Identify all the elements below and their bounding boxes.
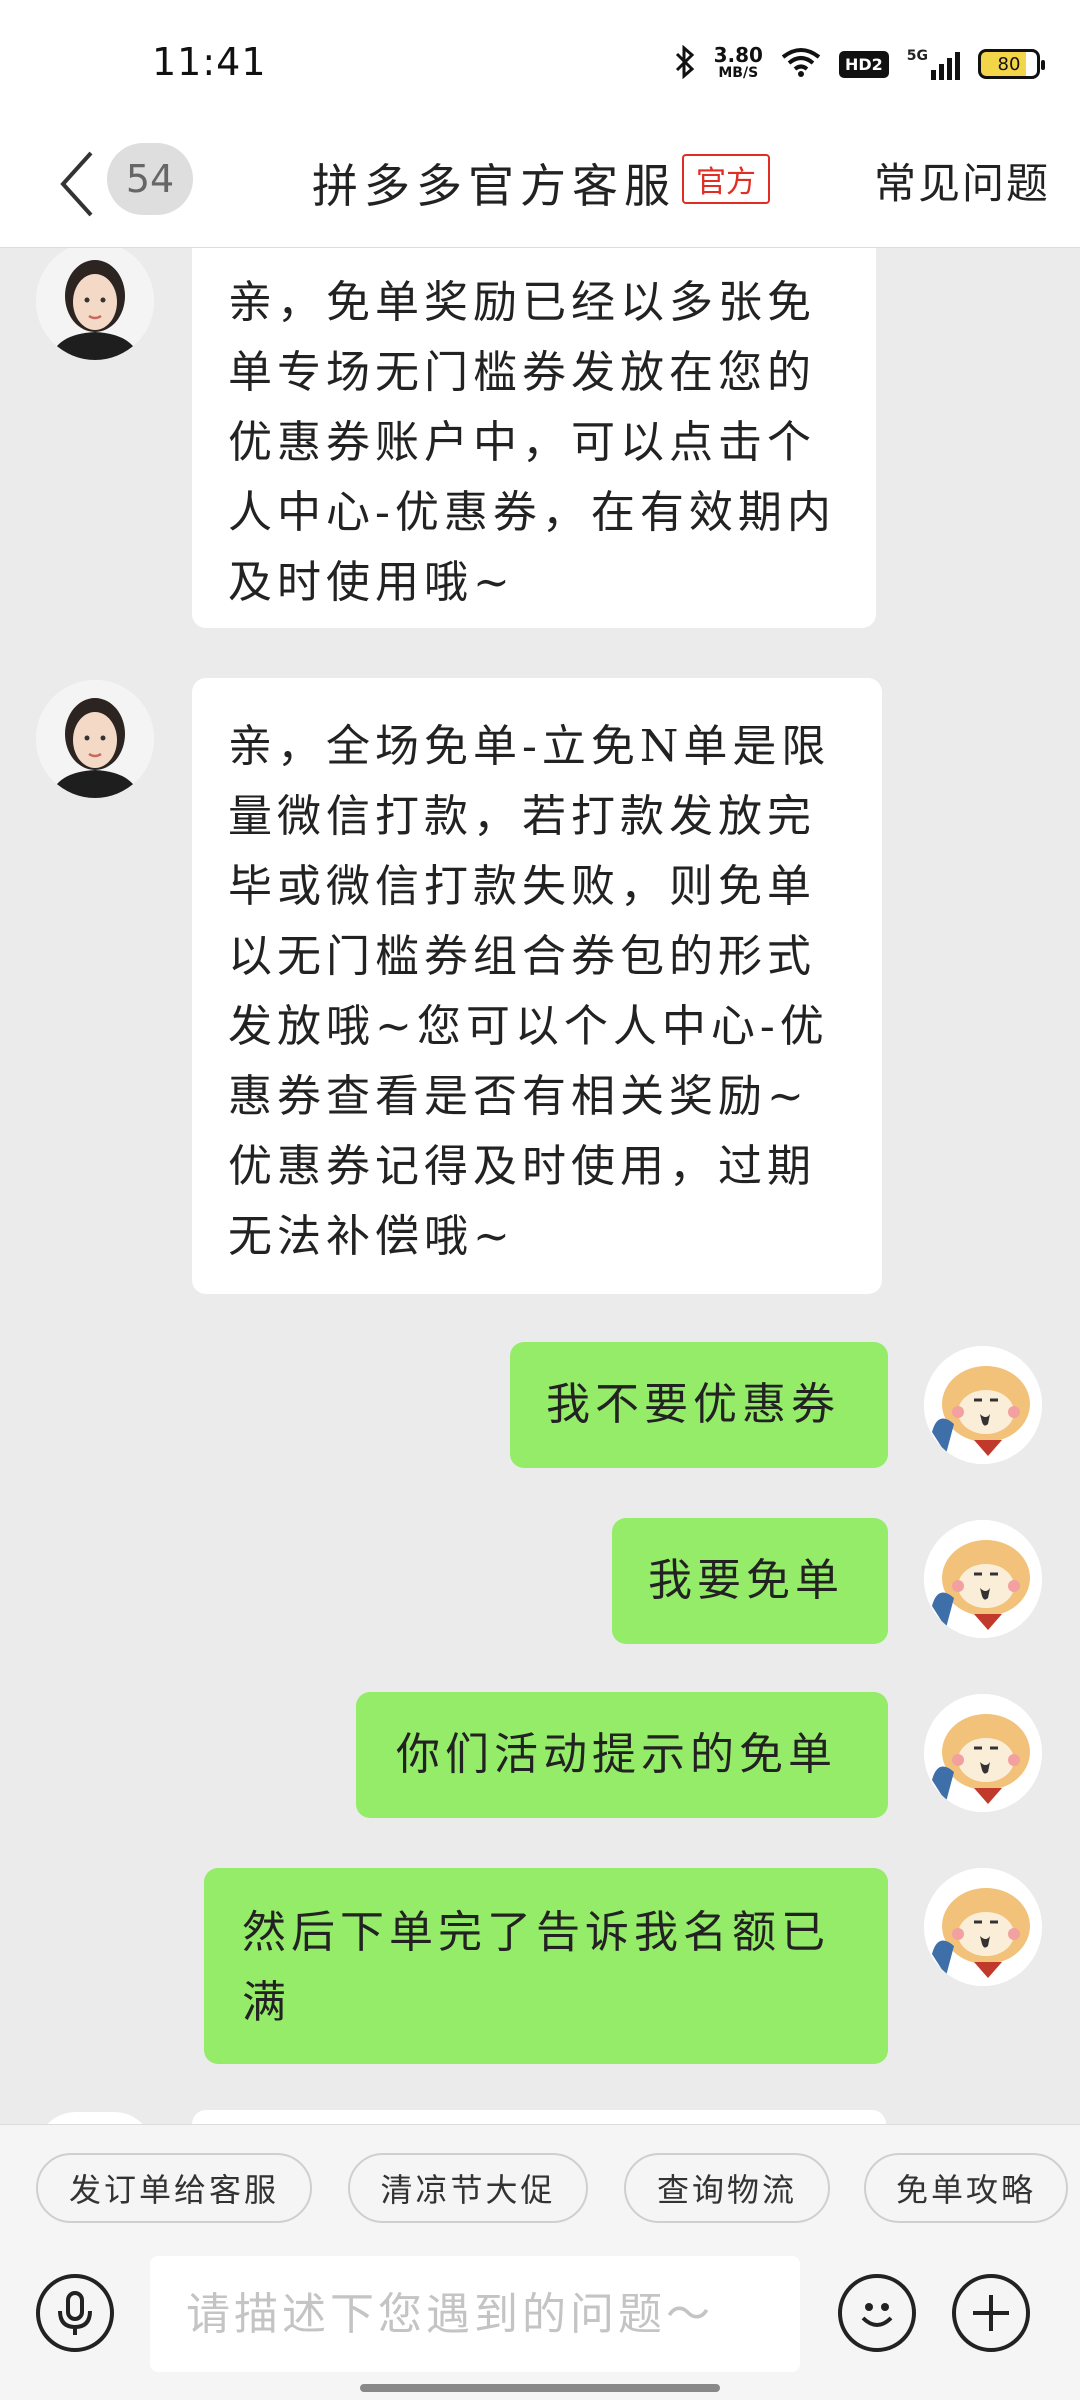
wifi-icon (781, 47, 821, 81)
smiley-icon (861, 2303, 893, 2327)
agent-avatar[interactable] (36, 680, 154, 798)
battery-icon: 80 (978, 49, 1045, 79)
status-bar: 11:41 3.80 MB/S HD2 5G 80 (0, 0, 1080, 124)
emoji-button[interactable] (838, 2274, 916, 2352)
user-avatar[interactable] (924, 1868, 1042, 1986)
agent-message-bubble[interactable]: 亲，免单奖励已经以多张免单专场无门槛券发放在您的优惠券账户中，可以点击个人中心-… (192, 248, 876, 628)
user-avatar[interactable] (924, 1520, 1042, 1638)
user-message-bubble[interactable]: 我不要优惠券 (510, 1342, 888, 1468)
network-label: 5G (906, 48, 928, 64)
home-indicator[interactable] (360, 2384, 720, 2392)
net-speed: 3.80 MB/S (713, 43, 763, 82)
voice-button[interactable] (36, 2274, 114, 2352)
official-tag: 官方 (682, 154, 770, 204)
signal-icon: 5G (907, 48, 960, 80)
microphone-icon (58, 2291, 92, 2335)
message-text: 亲，全场免单-立免N单是限量微信打款，若打款发放完毕或微信打款失败，则免单以无门… (228, 721, 831, 1262)
agent-avatar[interactable] (36, 248, 154, 360)
agent-avatar[interactable] (36, 2112, 154, 2124)
quick-reply-chip[interactable]: 发订单给客服 (36, 2153, 312, 2223)
net-speed-value: 3.80 (713, 43, 763, 67)
chat-message-list[interactable]: 亲，免单奖励已经以多张免单专场无门槛券发放在您的优惠券账户中，可以点击个人中心-… (0, 248, 1080, 2124)
user-message-bubble[interactable]: 我要免单 (612, 1518, 888, 1644)
battery-level: 80 (997, 53, 1021, 75)
quick-reply-chip[interactable]: 清凉节大促 (348, 2153, 588, 2223)
faq-button[interactable]: 常见问题 (874, 150, 1050, 211)
message-text: 我要免单 (648, 1555, 844, 1606)
message-input[interactable] (150, 2256, 800, 2372)
status-icons: 3.80 MB/S HD2 5G 80 (674, 43, 1045, 84)
back-button[interactable] (52, 144, 102, 224)
agent-message-bubble[interactable]: 亲，全场免单-立免N单是限量微信打款，若打款发放完毕或微信打款失败，则免单以无门… (192, 678, 882, 1294)
quick-reply-chip[interactable]: 查询物流 (624, 2153, 830, 2223)
user-avatar[interactable] (924, 1346, 1042, 1464)
net-speed-unit: MB/S (718, 65, 759, 81)
status-time: 11:41 (152, 40, 267, 84)
message-text: 我不要优惠券 (546, 1379, 840, 1430)
hd-badge: HD2 (838, 50, 889, 78)
bluetooth-icon (674, 44, 696, 83)
user-message-bubble[interactable]: 你们活动提示的免单 (356, 1692, 888, 1818)
user-avatar[interactable] (924, 1694, 1042, 1812)
quick-reply-bar: 发订单给客服 清凉节大促 查询物流 免单攻略 (0, 2124, 1080, 2240)
agent-message-bubble[interactable] (192, 2110, 886, 2124)
chevron-left-icon (60, 151, 93, 217)
user-message-bubble[interactable]: 然后下单完了告诉我名额已满 (204, 1868, 888, 2064)
unread-count-badge[interactable]: 54 (107, 143, 193, 215)
chat-header: 54 拼多多官方客服 官方 常见问题 (0, 124, 1080, 248)
message-text: 然后下单完了告诉我名额已满 (242, 1907, 830, 2028)
more-button[interactable] (952, 2274, 1030, 2352)
plus-icon (973, 2295, 1009, 2331)
page-title: 拼多多官方客服 (312, 159, 676, 213)
message-text: 亲，免单奖励已经以多张免单专场无门槛券发放在您的优惠券账户中，可以点击个人中心-… (228, 277, 836, 608)
input-bar (0, 2240, 1080, 2400)
quick-reply-chip[interactable]: 免单攻略 (864, 2153, 1068, 2223)
message-text: 你们活动提示的免单 (396, 1729, 837, 1780)
